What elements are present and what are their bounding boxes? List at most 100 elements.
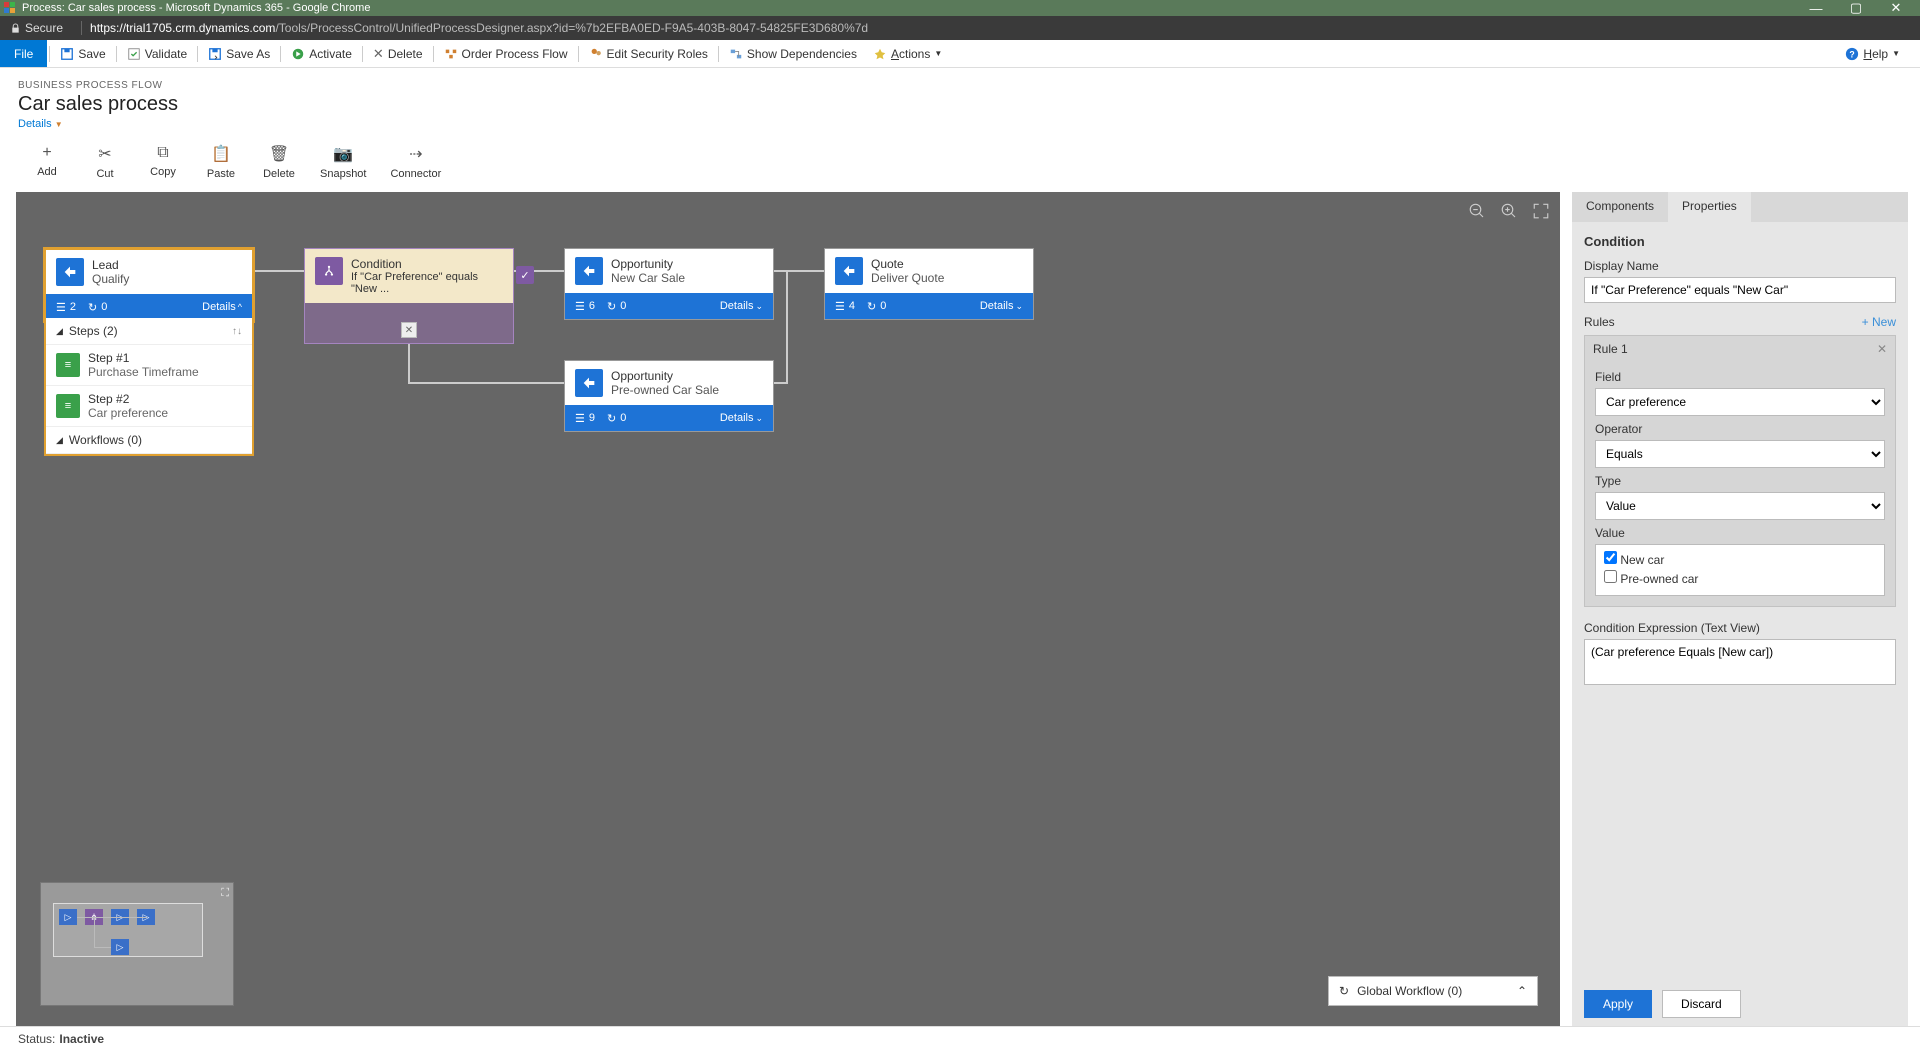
designer-canvas[interactable]: Lead Qualify ☰ 2 ↻ 0 Details ^ ◢ Steps (…	[16, 192, 1560, 1028]
details-toggle[interactable]: Details ▼	[18, 118, 1902, 130]
zoom-in-button[interactable]	[1500, 202, 1518, 220]
activate-button[interactable]: Activate	[283, 40, 360, 67]
steps-header[interactable]: ◢ Steps (2) ↑↓	[46, 318, 252, 345]
delete-button[interactable]: ✕ Delete	[365, 40, 431, 67]
rule-1: Rule 1 ✕ Field Car preference Operator E…	[1584, 335, 1896, 607]
new-rule-button[interactable]: + New	[1862, 315, 1896, 329]
workflows-header[interactable]: ◢ Workflows (0)	[46, 427, 252, 454]
expression-textview	[1584, 639, 1896, 685]
deps-label: Show Dependencies	[747, 47, 857, 61]
minimize-button[interactable]: —	[1796, 1, 1836, 16]
secure-indicator[interactable]: Secure	[10, 21, 63, 35]
connector-line	[254, 270, 304, 272]
details-toggle[interactable]: Details ⌄	[720, 412, 763, 424]
status-value: Inactive	[59, 1032, 104, 1046]
chevron-up-icon: ⌃	[1517, 984, 1527, 998]
cycle-count: ↻ 0	[607, 412, 626, 425]
fit-screen-button[interactable]	[1532, 202, 1550, 220]
show-dependencies-button[interactable]: Show Dependencies	[721, 40, 865, 67]
actions-menu[interactable]: AActionsctions ▼	[865, 40, 950, 67]
close-button[interactable]: ✕	[1876, 0, 1916, 16]
stage-opportunity-new[interactable]: Opportunity New Car Sale ☰ 6 ↻ 0 Details…	[564, 248, 774, 320]
field-label: Field	[1595, 370, 1885, 384]
paste-button[interactable]: 📋Paste	[204, 144, 238, 180]
step-1[interactable]: ≡ Step #1 Purchase Timeframe	[46, 345, 252, 386]
discard-button[interactable]: Discard	[1662, 990, 1741, 1018]
page-url[interactable]: https://trial1705.crm.dynamics.com/Tools…	[90, 21, 868, 35]
save-as-button[interactable]: Save As	[200, 40, 278, 67]
cycle-count: ↻ 0	[867, 300, 886, 313]
connector-line	[786, 270, 788, 384]
window-titlebar: Process: Car sales process - Microsoft D…	[0, 0, 1920, 16]
stage-opportunity-preowned[interactable]: Opportunity Pre-owned Car Sale ☰ 9 ↻ 0 D…	[564, 360, 774, 432]
stage-entity: Opportunity	[611, 369, 719, 383]
secure-label: Secure	[25, 21, 63, 35]
step-2[interactable]: ≡ Step #2 Car preference	[46, 386, 252, 427]
panel-section-title: Condition	[1584, 234, 1896, 249]
value-option-new-car[interactable]: New car	[1604, 551, 1876, 567]
maximize-button[interactable]: ▢	[1836, 0, 1876, 16]
tab-properties[interactable]: Properties	[1668, 192, 1751, 222]
snapshot-button[interactable]: 📷Snapshot	[320, 144, 366, 180]
details-toggle[interactable]: Details ⌄	[980, 300, 1023, 312]
global-workflow-label: Global Workflow (0)	[1357, 984, 1462, 998]
cut-button[interactable]: ✂Cut	[88, 144, 122, 180]
add-button[interactable]: +Add	[30, 144, 64, 180]
minimap-expand-icon[interactable]: ⛶	[221, 887, 229, 900]
rules-label: Rules	[1584, 315, 1615, 329]
stage-name: Deliver Quote	[871, 271, 944, 285]
display-name-input[interactable]	[1584, 277, 1896, 303]
value-label: Value	[1595, 526, 1885, 540]
url-host: https://trial1705.crm.dynamics.com	[90, 21, 275, 35]
file-menu[interactable]: File	[0, 40, 47, 67]
stage-quote[interactable]: Quote Deliver Quote ☰ 4 ↻ 0 Details ⌄	[824, 248, 1034, 320]
details-toggle[interactable]: Details ^	[202, 301, 242, 313]
delete-label: Delete	[388, 47, 423, 61]
save-button[interactable]: Save	[52, 40, 113, 67]
stage-lead[interactable]: Lead Qualify ☰ 2 ↻ 0 Details ^	[44, 248, 254, 322]
step-count: ☰ 2	[56, 301, 76, 314]
menu-bar: File Save Validate Save As Activate ✕ De…	[0, 40, 1920, 68]
zoom-controls	[1468, 202, 1550, 220]
validate-button[interactable]: Validate	[119, 40, 195, 67]
apply-button[interactable]: Apply	[1584, 990, 1652, 1018]
step-title: Step #2	[88, 392, 168, 406]
stage-icon	[835, 257, 863, 285]
field-select[interactable]: Car preference	[1595, 388, 1885, 416]
minimap-node: ▷	[59, 909, 77, 925]
panel-tabs: Components Properties	[1572, 192, 1908, 222]
help-button[interactable]: ? Help ▼	[1837, 40, 1908, 67]
details-toggle[interactable]: Details ⌄	[720, 300, 763, 312]
operator-select[interactable]: Equals	[1595, 440, 1885, 468]
activate-label: Activate	[309, 47, 352, 61]
edit-roles-button[interactable]: Edit Security Roles	[581, 40, 716, 67]
tab-components[interactable]: Components	[1572, 192, 1668, 222]
status-bar: Status: Inactive	[0, 1026, 1920, 1050]
collapse-icon: ◢	[56, 435, 63, 446]
reorder-arrows[interactable]: ↑↓	[232, 326, 242, 337]
copy-button[interactable]: ⧉Copy	[146, 144, 180, 180]
value-option-preowned-car[interactable]: Pre-owned car	[1604, 570, 1876, 586]
global-workflow-bar[interactable]: ↻ Global Workflow (0) ⌃	[1328, 976, 1538, 1006]
actions-label: AActionsctions	[891, 47, 930, 61]
zoom-out-button[interactable]	[1468, 202, 1486, 220]
step-icon: ≡	[56, 353, 80, 377]
main-area: Lead Qualify ☰ 2 ↻ 0 Details ^ ◢ Steps (…	[0, 192, 1920, 1028]
properties-panel: Components Properties Condition Display …	[1572, 192, 1908, 1028]
delete-canvas-button[interactable]: 🗑Delete	[262, 144, 296, 180]
stage-entity: Lead	[92, 258, 129, 272]
type-select[interactable]: Value	[1595, 492, 1885, 520]
minimap[interactable]: ⛶ ▷ ⋔ ▷ ▷ ▷	[40, 882, 234, 1006]
rule-delete-icon[interactable]: ✕	[1877, 342, 1887, 356]
stage-lead-details: ◢ Steps (2) ↑↓ ≡ Step #1 Purchase Timefr…	[44, 318, 254, 456]
connector-button[interactable]: ⇢Connector	[390, 144, 441, 180]
condition-icon	[315, 257, 343, 285]
window-title: Process: Car sales process - Microsoft D…	[22, 2, 1796, 14]
save-as-label: Save As	[226, 47, 270, 61]
display-name-label: Display Name	[1584, 259, 1896, 273]
breadcrumb: BUSINESS PROCESS FLOW	[18, 80, 1902, 91]
process-header: BUSINESS PROCESS FLOW Car sales process …	[0, 68, 1920, 134]
collapse-icon: ◢	[56, 326, 63, 337]
order-process-flow-button[interactable]: Order Process Flow	[436, 40, 576, 67]
operator-label: Operator	[1595, 422, 1885, 436]
